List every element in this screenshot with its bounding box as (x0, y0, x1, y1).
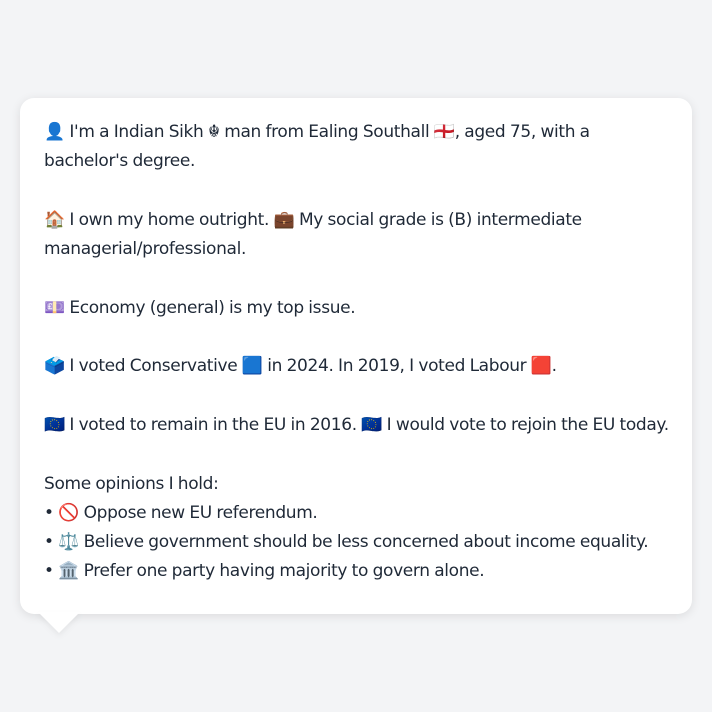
message-bubble: 👤 I'm a Indian Sikh ☬ man from Ealing So… (20, 98, 692, 614)
eu-line: 🇪🇺 I voted to remain in the EU in 2016. … (44, 414, 669, 435)
bubble-tail (38, 612, 80, 633)
opinions-heading: Some opinions I hold: (44, 473, 219, 494)
issue-line: 💷 Economy (general) is my top issue. (44, 297, 356, 318)
issue-paragraph: 💷 Economy (general) is my top issue. (44, 294, 672, 323)
opinion-item: • 🚫 Oppose new EU referendum. (44, 502, 318, 523)
home-line-1: 🏠 I own my home outright. 💼 My social gr… (44, 209, 582, 230)
vote-line: 🗳️ I voted Conservative 🟦 in 2024. In 20… (44, 356, 557, 377)
opinion-item: • 🏛️ Prefer one party having majority to… (44, 561, 485, 582)
intro-line-2: bachelor's degree. (44, 151, 196, 172)
eu-paragraph: 🇪🇺 I voted to remain in the EU in 2016. … (44, 411, 672, 440)
opinions-section: Some opinions I hold: • 🚫 Oppose new EU … (44, 470, 672, 587)
home-paragraph: 🏠 I own my home outright. 💼 My social gr… (44, 206, 672, 265)
intro-line-1: 👤 I'm a Indian Sikh ☬ man from Ealing So… (44, 122, 590, 142)
opinion-item: • ⚖️ Believe government should be less c… (44, 532, 649, 553)
intro-paragraph: 👤 I'm a Indian Sikh ☬ man from Ealing So… (44, 118, 672, 177)
vote-paragraph: 🗳️ I voted Conservative 🟦 in 2024. In 20… (44, 352, 672, 381)
home-line-2: managerial/professional. (44, 239, 247, 260)
message-content: 👤 I'm a Indian Sikh ☬ man from Ealing So… (44, 118, 672, 587)
